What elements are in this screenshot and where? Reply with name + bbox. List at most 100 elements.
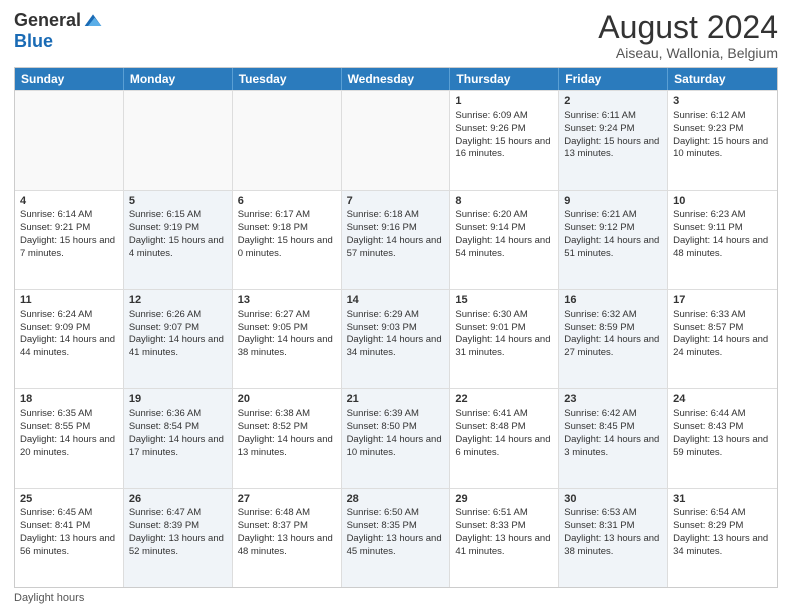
day-info: Sunrise: 6:51 AM Sunset: 8:33 PM Dayligh… — [455, 507, 550, 556]
day-number: 8 — [455, 194, 553, 209]
day-cell-13: 13Sunrise: 6:27 AM Sunset: 9:05 PM Dayli… — [233, 290, 342, 388]
day-cell-9: 9Sunrise: 6:21 AM Sunset: 9:12 PM Daylig… — [559, 191, 668, 289]
day-number: 10 — [673, 194, 772, 209]
day-cell-7: 7Sunrise: 6:18 AM Sunset: 9:16 PM Daylig… — [342, 191, 451, 289]
day-number: 4 — [20, 194, 118, 209]
day-number: 20 — [238, 392, 336, 407]
week-row-3: 11Sunrise: 6:24 AM Sunset: 9:09 PM Dayli… — [15, 289, 777, 388]
day-number: 19 — [129, 392, 227, 407]
header: General Blue August 2024 Aiseau, Walloni… — [14, 10, 778, 61]
day-number: 11 — [20, 293, 118, 308]
subtitle: Aiseau, Wallonia, Belgium — [598, 45, 778, 61]
day-cell-21: 21Sunrise: 6:39 AM Sunset: 8:50 PM Dayli… — [342, 389, 451, 487]
day-header-monday: Monday — [124, 68, 233, 90]
day-number: 3 — [673, 94, 772, 109]
day-header-saturday: Saturday — [668, 68, 777, 90]
day-number: 9 — [564, 194, 662, 209]
day-header-friday: Friday — [559, 68, 668, 90]
day-cell-18: 18Sunrise: 6:35 AM Sunset: 8:55 PM Dayli… — [15, 389, 124, 487]
calendar-body: 1Sunrise: 6:09 AM Sunset: 9:26 PM Daylig… — [15, 90, 777, 587]
day-number: 15 — [455, 293, 553, 308]
day-info: Sunrise: 6:18 AM Sunset: 9:16 PM Dayligh… — [347, 209, 442, 258]
day-header-sunday: Sunday — [15, 68, 124, 90]
day-cell-30: 30Sunrise: 6:53 AM Sunset: 8:31 PM Dayli… — [559, 489, 668, 587]
day-cell-22: 22Sunrise: 6:41 AM Sunset: 8:48 PM Dayli… — [450, 389, 559, 487]
day-number: 13 — [238, 293, 336, 308]
day-cell-14: 14Sunrise: 6:29 AM Sunset: 9:03 PM Dayli… — [342, 290, 451, 388]
empty-cell — [342, 91, 451, 189]
day-number: 17 — [673, 293, 772, 308]
logo-icon — [83, 11, 103, 31]
day-cell-24: 24Sunrise: 6:44 AM Sunset: 8:43 PM Dayli… — [668, 389, 777, 487]
day-cell-8: 8Sunrise: 6:20 AM Sunset: 9:14 PM Daylig… — [450, 191, 559, 289]
day-number: 30 — [564, 492, 662, 507]
day-number: 6 — [238, 194, 336, 209]
main-title: August 2024 — [598, 10, 778, 45]
day-number: 23 — [564, 392, 662, 407]
day-number: 31 — [673, 492, 772, 507]
day-info: Sunrise: 6:48 AM Sunset: 8:37 PM Dayligh… — [238, 507, 333, 556]
day-number: 29 — [455, 492, 553, 507]
day-info: Sunrise: 6:41 AM Sunset: 8:48 PM Dayligh… — [455, 408, 550, 457]
day-number: 24 — [673, 392, 772, 407]
day-info: Sunrise: 6:27 AM Sunset: 9:05 PM Dayligh… — [238, 309, 333, 358]
day-cell-4: 4Sunrise: 6:14 AM Sunset: 9:21 PM Daylig… — [15, 191, 124, 289]
day-cell-29: 29Sunrise: 6:51 AM Sunset: 8:33 PM Dayli… — [450, 489, 559, 587]
day-number: 21 — [347, 392, 445, 407]
day-info: Sunrise: 6:45 AM Sunset: 8:41 PM Dayligh… — [20, 507, 115, 556]
footer-note: Daylight hours — [14, 592, 778, 604]
day-cell-17: 17Sunrise: 6:33 AM Sunset: 8:57 PM Dayli… — [668, 290, 777, 388]
day-info: Sunrise: 6:54 AM Sunset: 8:29 PM Dayligh… — [673, 507, 768, 556]
day-cell-6: 6Sunrise: 6:17 AM Sunset: 9:18 PM Daylig… — [233, 191, 342, 289]
day-info: Sunrise: 6:15 AM Sunset: 9:19 PM Dayligh… — [129, 209, 224, 258]
logo: General Blue — [14, 10, 103, 52]
empty-cell — [15, 91, 124, 189]
day-number: 12 — [129, 293, 227, 308]
day-cell-10: 10Sunrise: 6:23 AM Sunset: 9:11 PM Dayli… — [668, 191, 777, 289]
day-cell-27: 27Sunrise: 6:48 AM Sunset: 8:37 PM Dayli… — [233, 489, 342, 587]
empty-cell — [124, 91, 233, 189]
empty-cell — [233, 91, 342, 189]
day-info: Sunrise: 6:35 AM Sunset: 8:55 PM Dayligh… — [20, 408, 115, 457]
day-info: Sunrise: 6:36 AM Sunset: 8:54 PM Dayligh… — [129, 408, 224, 457]
day-number: 16 — [564, 293, 662, 308]
day-cell-15: 15Sunrise: 6:30 AM Sunset: 9:01 PM Dayli… — [450, 290, 559, 388]
page: General Blue August 2024 Aiseau, Walloni… — [0, 0, 792, 612]
day-info: Sunrise: 6:09 AM Sunset: 9:26 PM Dayligh… — [455, 110, 550, 159]
day-cell-28: 28Sunrise: 6:50 AM Sunset: 8:35 PM Dayli… — [342, 489, 451, 587]
day-cell-23: 23Sunrise: 6:42 AM Sunset: 8:45 PM Dayli… — [559, 389, 668, 487]
day-info: Sunrise: 6:11 AM Sunset: 9:24 PM Dayligh… — [564, 110, 659, 159]
day-cell-31: 31Sunrise: 6:54 AM Sunset: 8:29 PM Dayli… — [668, 489, 777, 587]
week-row-4: 18Sunrise: 6:35 AM Sunset: 8:55 PM Dayli… — [15, 388, 777, 487]
day-cell-26: 26Sunrise: 6:47 AM Sunset: 8:39 PM Dayli… — [124, 489, 233, 587]
day-info: Sunrise: 6:38 AM Sunset: 8:52 PM Dayligh… — [238, 408, 333, 457]
day-cell-2: 2Sunrise: 6:11 AM Sunset: 9:24 PM Daylig… — [559, 91, 668, 189]
day-number: 18 — [20, 392, 118, 407]
day-info: Sunrise: 6:14 AM Sunset: 9:21 PM Dayligh… — [20, 209, 115, 258]
day-cell-25: 25Sunrise: 6:45 AM Sunset: 8:41 PM Dayli… — [15, 489, 124, 587]
day-cell-11: 11Sunrise: 6:24 AM Sunset: 9:09 PM Dayli… — [15, 290, 124, 388]
day-cell-1: 1Sunrise: 6:09 AM Sunset: 9:26 PM Daylig… — [450, 91, 559, 189]
day-info: Sunrise: 6:20 AM Sunset: 9:14 PM Dayligh… — [455, 209, 550, 258]
week-row-2: 4Sunrise: 6:14 AM Sunset: 9:21 PM Daylig… — [15, 190, 777, 289]
day-number: 2 — [564, 94, 662, 109]
day-info: Sunrise: 6:47 AM Sunset: 8:39 PM Dayligh… — [129, 507, 224, 556]
day-number: 14 — [347, 293, 445, 308]
day-number: 22 — [455, 392, 553, 407]
week-row-5: 25Sunrise: 6:45 AM Sunset: 8:41 PM Dayli… — [15, 488, 777, 587]
day-header-thursday: Thursday — [450, 68, 559, 90]
day-header-wednesday: Wednesday — [342, 68, 451, 90]
day-info: Sunrise: 6:24 AM Sunset: 9:09 PM Dayligh… — [20, 309, 115, 358]
day-info: Sunrise: 6:17 AM Sunset: 9:18 PM Dayligh… — [238, 209, 333, 258]
logo-general: General — [14, 10, 81, 31]
logo-blue: Blue — [14, 31, 53, 52]
day-number: 26 — [129, 492, 227, 507]
day-number: 5 — [129, 194, 227, 209]
day-info: Sunrise: 6:33 AM Sunset: 8:57 PM Dayligh… — [673, 309, 768, 358]
day-cell-5: 5Sunrise: 6:15 AM Sunset: 9:19 PM Daylig… — [124, 191, 233, 289]
day-cell-12: 12Sunrise: 6:26 AM Sunset: 9:07 PM Dayli… — [124, 290, 233, 388]
day-number: 28 — [347, 492, 445, 507]
day-cell-20: 20Sunrise: 6:38 AM Sunset: 8:52 PM Dayli… — [233, 389, 342, 487]
day-number: 7 — [347, 194, 445, 209]
title-block: August 2024 Aiseau, Wallonia, Belgium — [598, 10, 778, 61]
